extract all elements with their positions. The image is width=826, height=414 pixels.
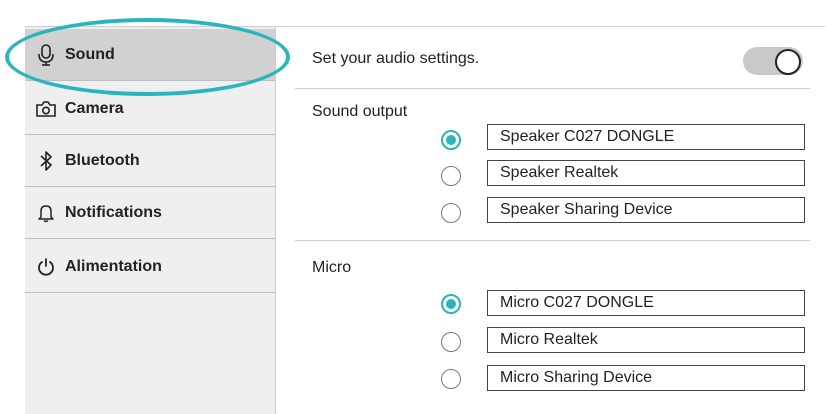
sidebar-item-label: Notifications (65, 203, 162, 221)
device-option-speaker-sharing[interactable]: Speaker Sharing Device (487, 197, 805, 223)
sidebar-item-notifications[interactable]: Notifications (25, 187, 275, 239)
camera-icon (35, 98, 57, 120)
power-icon (35, 256, 57, 278)
sidebar-item-sound[interactable]: Sound (25, 29, 275, 81)
section-divider (295, 240, 810, 241)
microphone-icon (35, 43, 57, 66)
sidebar-item-label: Alimentation (65, 257, 162, 275)
sidebar-item-camera[interactable]: Camera (25, 83, 275, 135)
sidebar-item-bluetooth[interactable]: Bluetooth (25, 135, 275, 187)
section-divider (295, 88, 810, 89)
sound-output-title: Sound output (312, 103, 408, 120)
sidebar-item-label: Camera (65, 99, 124, 117)
radio-speaker-sharing[interactable] (441, 203, 461, 223)
device-option-micro-sharing[interactable]: Micro Sharing Device (487, 365, 805, 391)
device-option-micro-realtek[interactable]: Micro Realtek (487, 327, 805, 353)
bell-icon (35, 202, 57, 224)
radio-micro-c027[interactable] (441, 294, 461, 314)
radio-micro-realtek[interactable] (441, 332, 461, 352)
sidebar-item-alimentation[interactable]: Alimentation (25, 241, 275, 293)
radio-speaker-realtek[interactable] (441, 166, 461, 186)
settings-sidebar: Sound Camera Bluetooth Notifications Ali… (25, 27, 276, 414)
sidebar-item-label: Sound (65, 45, 115, 63)
audio-toggle[interactable] (743, 47, 803, 75)
micro-title: Micro (312, 259, 352, 276)
device-option-speaker-c027[interactable]: Speaker C027 DONGLE (487, 124, 805, 150)
audio-settings-heading: Set your audio settings. (312, 50, 480, 67)
toggle-knob (775, 49, 801, 75)
bluetooth-icon (35, 150, 57, 172)
radio-speaker-c027[interactable] (441, 130, 461, 150)
radio-micro-sharing[interactable] (441, 369, 461, 389)
sidebar-item-label: Bluetooth (65, 151, 140, 169)
device-option-micro-c027[interactable]: Micro C027 DONGLE (487, 290, 805, 316)
device-option-speaker-realtek[interactable]: Speaker Realtek (487, 160, 805, 186)
